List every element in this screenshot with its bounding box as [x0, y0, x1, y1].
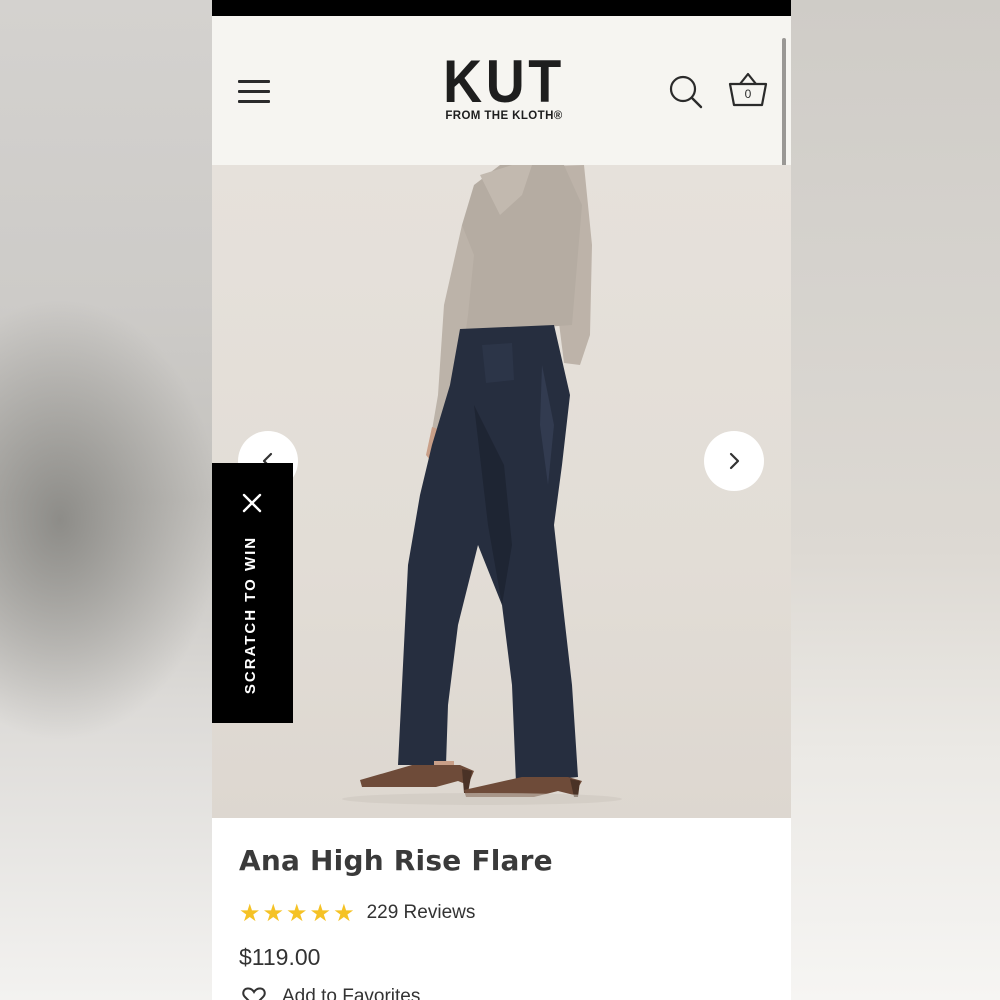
chevron-right-icon	[729, 452, 740, 470]
scratch-close-button[interactable]	[241, 492, 263, 514]
close-icon	[242, 493, 262, 513]
scratch-to-win-tab[interactable]: SCRATCH TO WIN	[212, 463, 293, 723]
hamburger-menu-icon	[238, 80, 270, 83]
reviews-link[interactable]: 229 Reviews	[367, 902, 476, 924]
search-button[interactable]	[668, 74, 704, 110]
background-blur-right	[790, 0, 1000, 1000]
star-icon: ★	[239, 899, 261, 927]
product-title: Ana High Rise Flare	[239, 844, 553, 877]
product-rating[interactable]: ★ ★ ★ ★ ★ 229 Reviews	[239, 900, 475, 926]
star-icon: ★	[286, 899, 308, 927]
menu-button[interactable]	[238, 76, 272, 106]
phone-screen: KUT FROM THE KLOTH® 0 SCRATCH TO WIN Ana…	[212, 0, 791, 1000]
cart-button[interactable]: 0	[727, 70, 769, 110]
add-to-favorites-button[interactable]: Add to Favorites	[242, 986, 420, 1000]
background-blur-left	[0, 0, 212, 1000]
heart-icon	[242, 987, 266, 1000]
carousel-next-button[interactable]	[704, 431, 764, 491]
product-price: $119.00	[239, 944, 321, 970]
status-bar	[212, 0, 791, 16]
rating-stars: ★ ★ ★ ★ ★	[239, 901, 355, 925]
site-header: KUT FROM THE KLOTH® 0	[212, 16, 791, 165]
product-photo	[342, 165, 622, 805]
star-icon: ★	[262, 899, 285, 927]
star-icon: ★	[333, 899, 355, 927]
favorites-label: Add to Favorites	[282, 986, 421, 1000]
scratch-to-win-label: SCRATCH TO WIN	[242, 535, 259, 695]
star-icon: ★	[309, 899, 332, 927]
product-image-carousel[interactable]	[212, 165, 791, 818]
brand-logo[interactable]: KUT FROM THE KLOTH®	[434, 48, 574, 123]
logo-wordmark: KUT	[443, 48, 565, 115]
cart-count-badge: 0	[744, 87, 752, 101]
search-icon	[669, 75, 703, 109]
